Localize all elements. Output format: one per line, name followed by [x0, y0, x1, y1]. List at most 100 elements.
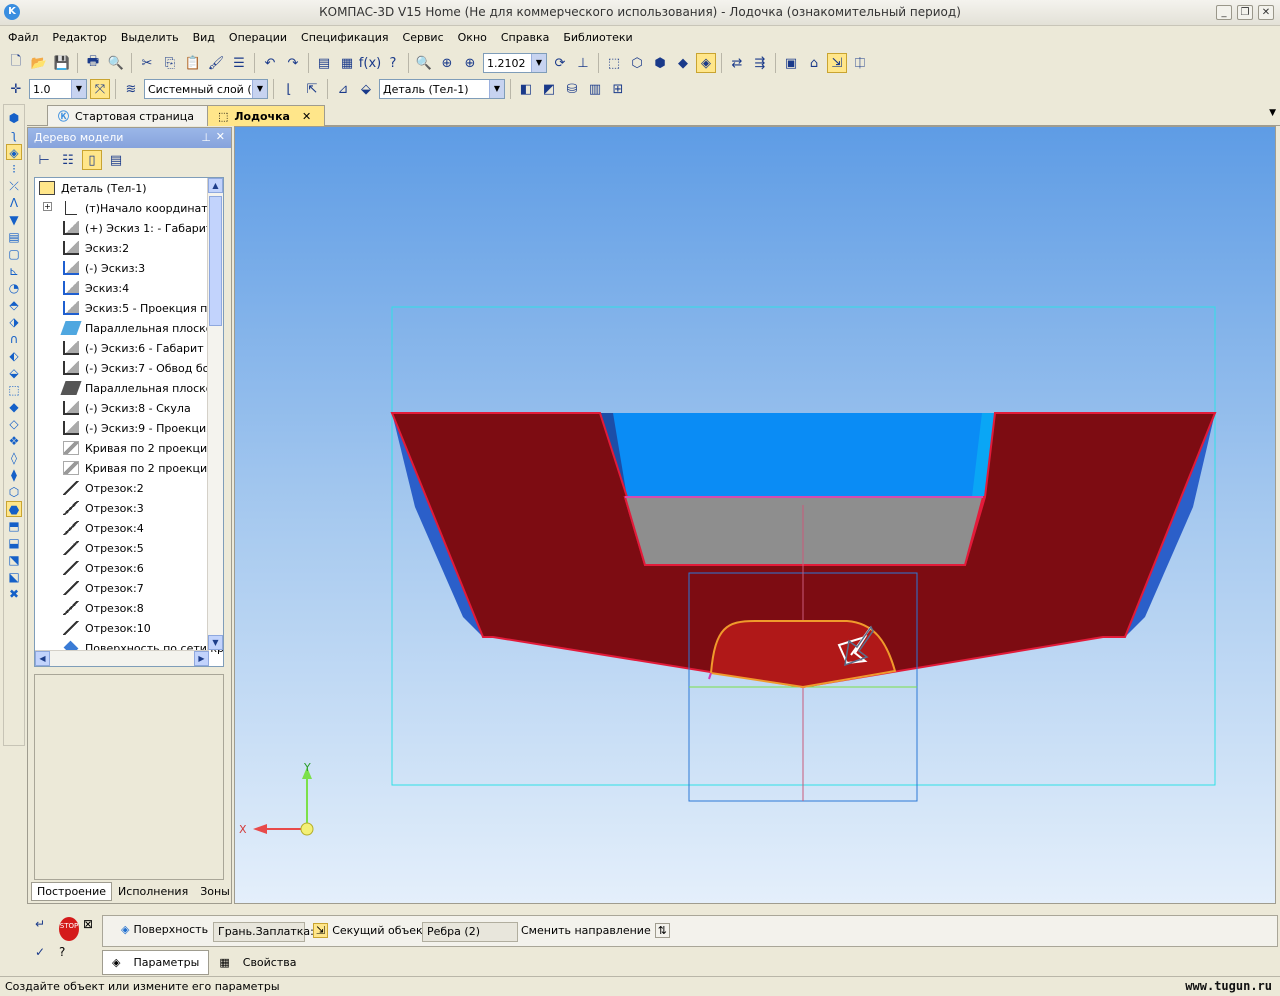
- tree-vertical-scrollbar[interactable]: ▲ ▼: [207, 178, 223, 650]
- tree-view-icon[interactable]: ☷: [58, 150, 78, 170]
- tree-item[interactable]: Эскиз:5 - Проекция про: [35, 298, 221, 318]
- undo-icon[interactable]: ↶: [260, 53, 280, 73]
- menu-libraries[interactable]: Библиотеки: [555, 28, 638, 44]
- tree-item[interactable]: Кривая по 2 проекциям:: [35, 438, 223, 458]
- function-icon[interactable]: f(x): [359, 53, 381, 73]
- tree-item[interactable]: (+) Эскиз 1: - Габарит г: [35, 218, 222, 238]
- orient-icon[interactable]: ⇱: [302, 79, 322, 99]
- part-combo[interactable]: Деталь (Тел-1) ▼: [379, 79, 505, 99]
- zoom-window-icon[interactable]: 🔍: [414, 53, 434, 73]
- stop-icon[interactable]: STOP: [59, 917, 79, 941]
- menu-specification[interactable]: Спецификация: [293, 28, 394, 44]
- trim-surface-icon[interactable]: ⬣: [6, 501, 22, 517]
- tree-item[interactable]: (-) Эскиз:7 - Обвод борт: [35, 358, 223, 378]
- tree-item[interactable]: (-) Эскиз:6 - Габарит ло: [35, 338, 221, 358]
- step-combo[interactable]: 1.0 ▼: [29, 79, 87, 99]
- scroll-down-icon[interactable]: ▼: [208, 635, 223, 650]
- layer-combo[interactable]: Системный слой (0) ▼: [144, 79, 268, 99]
- filter-icon[interactable]: ▼: [6, 212, 22, 228]
- surface-field[interactable]: Грань.Заплатка:: [213, 922, 314, 942]
- hidden-lines-icon[interactable]: ⬡: [627, 53, 647, 73]
- flip-direction-icon[interactable]: ⇅: [654, 923, 670, 938]
- tree-horizontal-scrollbar[interactable]: ◀ ▶: [35, 650, 209, 666]
- cut-icon[interactable]: ✂: [137, 53, 157, 73]
- tab-zones[interactable]: Зоны: [194, 882, 236, 901]
- aux-geometry-icon[interactable]: ⤫: [6, 178, 22, 194]
- chevron-down-icon[interactable]: ▼: [71, 80, 86, 98]
- new-file-icon[interactable]: 🗋: [6, 53, 26, 73]
- dims-icon[interactable]: ⊾: [6, 263, 22, 279]
- thicken-icon[interactable]: ⬓: [6, 535, 22, 551]
- variables-icon[interactable]: ▦: [337, 53, 357, 73]
- material-icon[interactable]: ◩: [539, 79, 559, 99]
- delete-faces-icon[interactable]: ✖: [6, 586, 22, 602]
- tree-item[interactable]: Параллельная плоскост: [35, 378, 223, 398]
- measure-icon[interactable]: ⇶: [750, 53, 770, 73]
- tree-item[interactable]: Параллельная плоскост: [35, 318, 223, 338]
- extend-surface-icon[interactable]: ⧫: [6, 467, 22, 483]
- close-button[interactable]: ✕: [1258, 5, 1274, 20]
- report-icon[interactable]: ▢: [6, 246, 22, 262]
- orientation-icon[interactable]: ⊥: [573, 53, 593, 73]
- tab-parameters[interactable]: ◈ Параметры: [102, 950, 210, 975]
- chevron-down-icon[interactable]: ▼: [252, 80, 267, 98]
- scroll-left-icon[interactable]: ◀: [35, 651, 50, 666]
- tree-item[interactable]: Отрезок:2: [35, 478, 209, 498]
- open-file-icon[interactable]: 📂: [29, 53, 49, 73]
- tree-item[interactable]: (-) Эскиз:8 - Скула: [35, 398, 209, 418]
- tree-item[interactable]: Отрезок:4: [35, 518, 209, 538]
- color-icon[interactable]: ◧: [516, 79, 536, 99]
- auto-create-icon[interactable]: ⊠: [83, 917, 103, 941]
- perspective-icon[interactable]: ⌂: [804, 53, 824, 73]
- paste-icon[interactable]: 📋: [183, 53, 203, 73]
- ruled-surface-icon[interactable]: ❖: [6, 433, 22, 449]
- minimize-button[interactable]: _: [1216, 5, 1232, 20]
- menu-operations[interactable]: Операции: [221, 28, 293, 44]
- dimensions-icon[interactable]: ⊞: [608, 79, 628, 99]
- menu-select[interactable]: Выделить: [113, 28, 185, 44]
- help-icon[interactable]: ?: [59, 945, 79, 965]
- tab-properties[interactable]: ▦ Свойства: [209, 950, 306, 975]
- tree-structure-icon[interactable]: ⊢: [34, 150, 54, 170]
- spline-icon[interactable]: ʅ: [6, 127, 22, 143]
- model-canvas[interactable]: Y X: [235, 127, 1276, 904]
- menu-edit[interactable]: Редактор: [44, 28, 113, 44]
- tree-filter-icon[interactable]: ⊿: [333, 79, 353, 99]
- part-icon[interactable]: ⬙: [356, 79, 376, 99]
- thin-lines-icon[interactable]: ⬢: [650, 53, 670, 73]
- chevron-down-icon[interactable]: ▼: [489, 80, 504, 98]
- tree-item[interactable]: (-) Эскиз:9 - Проекция г: [35, 418, 222, 438]
- redo-icon[interactable]: ↷: [283, 53, 303, 73]
- plane-surface-icon[interactable]: ◊: [6, 450, 22, 466]
- surface-param[interactable]: ◈ Поверхность: [121, 923, 208, 936]
- tree-order-icon[interactable]: ▯: [82, 150, 102, 170]
- scroll-up-icon[interactable]: ▲: [208, 178, 223, 193]
- spiral-icon[interactable]: ◔: [6, 280, 22, 296]
- scroll-right-icon[interactable]: ▶: [194, 651, 209, 666]
- diagnostics-icon[interactable]: Λ: [6, 195, 22, 211]
- chevron-down-icon[interactable]: ▼: [531, 54, 546, 72]
- tree-item[interactable]: Отрезок:8: [35, 598, 209, 618]
- tab-lodochka[interactable]: ⬚ Лодочка ✕: [207, 105, 325, 126]
- menu-window[interactable]: Окно: [450, 28, 493, 44]
- revolve-surface-icon[interactable]: ⬗: [6, 314, 22, 330]
- save-icon[interactable]: 💾: [52, 53, 72, 73]
- fill-icon[interactable]: ⬔: [6, 552, 22, 568]
- halftone-icon[interactable]: ◆: [673, 53, 693, 73]
- restore-icon[interactable]: ⬕: [6, 569, 22, 585]
- tree-item[interactable]: + (т)Начало координат: [35, 198, 209, 218]
- tree-props-icon[interactable]: ▤: [106, 150, 126, 170]
- cursor-step-icon[interactable]: ✛: [6, 79, 26, 99]
- snap-icon[interactable]: ⤧: [90, 79, 110, 99]
- wireframe-icon[interactable]: ⬚: [604, 53, 624, 73]
- stitch-icon[interactable]: ⬡: [6, 484, 22, 500]
- menu-service[interactable]: Сервис: [395, 28, 450, 44]
- box-icon[interactable]: ▣: [781, 53, 801, 73]
- constraints-icon[interactable]: ⇄: [727, 53, 747, 73]
- restore-button[interactable]: ❐: [1237, 5, 1253, 20]
- create-object-icon[interactable]: ↵: [35, 917, 55, 941]
- preview-icon[interactable]: 🔍: [106, 53, 126, 73]
- layer-icon[interactable]: ≋: [121, 79, 141, 99]
- select-filter-icon[interactable]: ⇲: [827, 53, 847, 73]
- tree-item[interactable]: Отрезок:3: [35, 498, 209, 518]
